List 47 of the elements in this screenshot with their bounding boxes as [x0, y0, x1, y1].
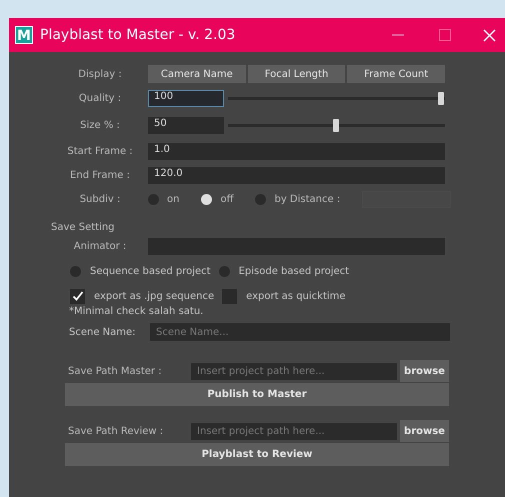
close-icon[interactable]	[483, 28, 496, 42]
browse-button[interactable]: browse	[400, 420, 449, 442]
field-label: Save Path Master :	[68, 366, 163, 376]
field-label: Start Frame :	[66, 146, 134, 156]
field-label: Scene Name:	[69, 326, 137, 338]
radio-label: on	[167, 194, 180, 204]
action-button[interactable]: Playblast to Review	[65, 443, 449, 466]
radio-label: Episode based project	[238, 266, 350, 276]
action-button[interactable]: Publish to Master	[65, 383, 449, 406]
display-button[interactable]: Camera Name	[148, 65, 246, 83]
animator-field[interactable]	[148, 238, 445, 254]
field-label: Quality :	[78, 92, 122, 104]
frame-field[interactable]: 1.0	[148, 142, 445, 160]
maximize-icon[interactable]	[439, 29, 451, 41]
number-field[interactable]: 50	[148, 116, 224, 134]
radio-label: Sequence based project	[90, 266, 211, 276]
number-field[interactable]: 100	[148, 90, 224, 106]
field-label: Save Path Review :	[68, 426, 164, 436]
radio-button[interactable]	[218, 266, 230, 276]
scene-name-field[interactable]: Scene Name...	[150, 323, 450, 341]
field-label: Animator :	[72, 240, 128, 252]
radio-button[interactable]	[201, 194, 212, 204]
checkbox[interactable]	[70, 288, 85, 304]
frame-field[interactable]: 120.0	[148, 166, 445, 184]
slider-thumb[interactable]	[438, 92, 444, 104]
radio-button[interactable]	[148, 194, 159, 204]
display-button[interactable]: Frame Count	[347, 65, 446, 83]
browse-button[interactable]: browse	[400, 360, 449, 382]
field-label: End Frame :	[69, 170, 131, 180]
section-title: Save Setting	[51, 222, 116, 233]
checkbox-label: export as quicktime	[246, 290, 346, 302]
radio-label: by Distance :	[274, 194, 340, 204]
checkbox-label: export as .jpg sequence	[94, 290, 214, 302]
window-title: Playblast to Master - v. 2.03	[40, 27, 236, 43]
field-label: Subdiv :	[78, 194, 122, 204]
field-label: Size % :	[79, 120, 121, 130]
display-button[interactable]: Focal Length	[248, 65, 346, 83]
path-field[interactable]: Insert project path here...	[191, 362, 397, 380]
slider-thumb[interactable]	[333, 118, 339, 132]
radio-button[interactable]	[70, 266, 81, 276]
app-logo: M	[15, 26, 33, 44]
radio-button[interactable]	[255, 194, 266, 204]
path-field[interactable]: Insert project path here...	[191, 422, 397, 440]
field-label: Display :	[77, 68, 123, 80]
hint-text: *Minimal check salah satu.	[69, 306, 204, 317]
radio-label: off	[220, 194, 234, 204]
checkbox[interactable]	[222, 288, 238, 304]
